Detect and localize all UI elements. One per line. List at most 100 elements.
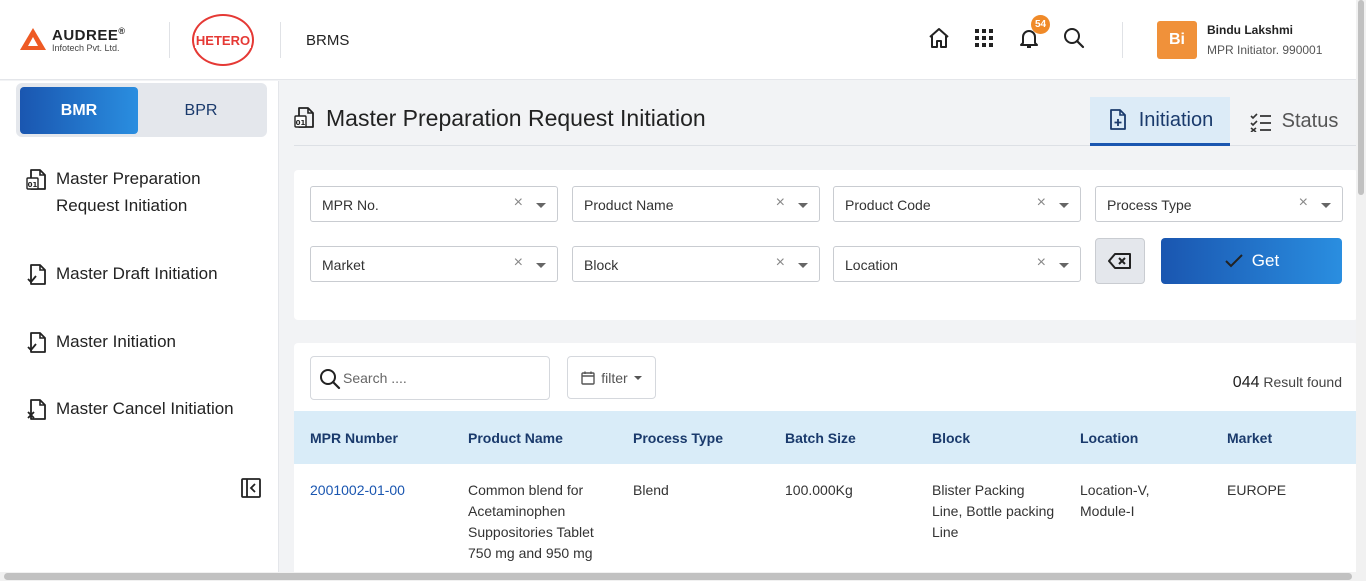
get-button-label: Get	[1251, 251, 1280, 270]
mpr-no-select[interactable]: MPR No. ×	[310, 186, 558, 222]
product-code-select[interactable]: Product Code ×	[833, 186, 1081, 222]
column-header-product-name[interactable]: Product Name	[468, 430, 563, 446]
search-field[interactable]	[310, 356, 550, 400]
chevron-down-icon[interactable]	[798, 203, 808, 208]
document-add-icon	[1109, 109, 1126, 130]
chevron-down-icon[interactable]	[1059, 203, 1069, 208]
chevron-down-icon[interactable]	[536, 203, 546, 208]
home-icon[interactable]	[927, 26, 951, 50]
tab-status-label: Status	[1281, 110, 1339, 132]
document-01-icon: 01	[26, 169, 46, 190]
filter-panel: MPR No. × Product Name × Product Code × …	[294, 170, 1358, 320]
audree-logo-subtext: Infotech Pvt. Ltd.	[52, 43, 120, 53]
chevron-down-icon[interactable]	[1321, 203, 1331, 208]
vertical-scrollbar[interactable]	[1356, 0, 1366, 581]
chevron-down-icon[interactable]	[536, 263, 546, 268]
tab-initiation-label: Initiation	[1138, 108, 1214, 131]
sidebar-item-label: Master Cancel Initiation	[56, 399, 234, 418]
clear-icon[interactable]: ×	[1299, 194, 1308, 212]
sidebar-item-master-draft-initiation[interactable]: Master Draft Initiation	[26, 260, 218, 287]
user-name[interactable]: Bindu Lakshmi	[1207, 23, 1293, 37]
result-count: 044 Result found	[1233, 374, 1342, 392]
sidebar-item-master-preparation-request-initiation[interactable]: 01 Master Preparation Request Initiation	[26, 165, 226, 219]
sidebar-item-master-cancel-initiation[interactable]: Master Cancel Initiation	[26, 395, 234, 422]
sidebar-item-label: Master Draft Initiation	[56, 264, 218, 283]
cell-mpr-number[interactable]: 2001002-01-00	[310, 480, 405, 501]
process-type-select[interactable]: Process Type ×	[1095, 186, 1343, 222]
column-header-market[interactable]: Market	[1227, 430, 1272, 446]
svg-text:01: 01	[296, 119, 306, 127]
audree-logo[interactable]: AUDREE® Infotech Pvt. Ltd.	[20, 24, 125, 53]
market-select[interactable]: Market ×	[310, 246, 558, 282]
sidebar-item-master-initiation[interactable]: Master Initiation	[26, 328, 176, 355]
svg-text:01: 01	[28, 181, 38, 189]
search-input[interactable]	[343, 367, 538, 389]
hetero-logo-text: HETERO	[194, 32, 252, 48]
notification-badge: 54	[1031, 15, 1050, 34]
cell-location: Location-V, Module-I	[1080, 482, 1150, 519]
select-label: Product Code	[845, 197, 931, 213]
app-name: BRMS	[306, 32, 350, 49]
toggle-bpr-button[interactable]: BPR	[142, 87, 260, 134]
audree-logo-mark	[20, 27, 46, 50]
table-header: MPR Number Product Name Process Type Bat…	[294, 411, 1358, 464]
search-icon[interactable]	[1062, 26, 1086, 50]
clear-icon[interactable]: ×	[1037, 254, 1046, 272]
collapse-sidebar-icon[interactable]	[241, 478, 261, 498]
caret-down-icon	[633, 375, 642, 380]
product-name-select[interactable]: Product Name ×	[572, 186, 820, 222]
cell-product-name: Common blend for Acetaminophen Supposito…	[468, 482, 594, 561]
document-check-icon	[27, 264, 46, 285]
column-header-batch-size[interactable]: Batch Size	[785, 430, 856, 446]
column-header-process-type[interactable]: Process Type	[633, 430, 723, 446]
clear-icon[interactable]: ×	[1037, 194, 1046, 212]
document-cancel-icon	[27, 399, 46, 420]
column-header-location[interactable]: Location	[1080, 430, 1138, 446]
backspace-icon	[1108, 253, 1131, 269]
column-header-mpr-number[interactable]: MPR Number	[310, 430, 398, 446]
tab-status[interactable]: Status	[1244, 97, 1344, 146]
tab-initiation[interactable]: Initiation	[1090, 97, 1230, 146]
header-divider	[169, 22, 170, 58]
result-count-number: 044	[1232, 374, 1260, 391]
apps-grid-icon[interactable]	[972, 26, 996, 50]
user-avatar[interactable]: Bi	[1157, 21, 1197, 59]
column-header-block[interactable]: Block	[932, 430, 970, 446]
page-title: Master Preparation Request Initiation	[326, 105, 706, 131]
select-label: Process Type	[1107, 197, 1192, 213]
sidebar-item-label: Master Preparation Request Initiation	[56, 169, 201, 215]
clear-icon[interactable]: ×	[776, 194, 785, 212]
location-select[interactable]: Location ×	[833, 246, 1081, 282]
hetero-logo: HETERO	[192, 14, 254, 66]
chevron-down-icon[interactable]	[798, 263, 808, 268]
vertical-scrollbar-thumb[interactable]	[1358, 0, 1364, 195]
select-label: Location	[845, 257, 898, 273]
cell-process-type: Blend	[633, 482, 669, 498]
calendar-icon	[581, 371, 595, 385]
results-panel: filter 044 Result found MPR Number Produ…	[294, 343, 1358, 581]
clear-filters-button[interactable]	[1095, 238, 1145, 284]
clear-icon[interactable]: ×	[514, 254, 523, 272]
select-label: Block	[584, 257, 619, 273]
horizontal-scrollbar-thumb[interactable]	[4, 573, 1352, 580]
checkmark-icon	[1225, 254, 1243, 268]
header-divider	[280, 22, 281, 58]
page-header: 01 Master Preparation Request Initiation…	[294, 97, 1358, 146]
get-button[interactable]: Get	[1161, 238, 1342, 284]
clear-icon[interactable]: ×	[776, 254, 785, 272]
block-select[interactable]: Block ×	[572, 246, 820, 282]
sidebar: BMR BPR 01 Master Preparation Request In…	[0, 81, 279, 581]
chevron-down-icon[interactable]	[1059, 263, 1069, 268]
document-01-icon: 01	[294, 107, 314, 128]
filter-dropdown-button[interactable]: filter	[567, 356, 656, 399]
document-check-icon	[27, 332, 46, 353]
clear-icon[interactable]: ×	[514, 194, 523, 212]
bmr-bpr-toggle: BMR BPR	[16, 83, 267, 137]
select-label: Product Name	[584, 197, 674, 213]
registered-mark: ®	[118, 26, 126, 36]
top-header: AUDREE® Infotech Pvt. Ltd. HETERO BRMS 5…	[0, 0, 1356, 80]
horizontal-scrollbar[interactable]	[0, 572, 1356, 581]
toggle-bmr-button[interactable]: BMR	[20, 87, 138, 134]
sidebar-item-label: Master Initiation	[56, 332, 176, 351]
cell-market: EUROPE	[1227, 482, 1287, 498]
